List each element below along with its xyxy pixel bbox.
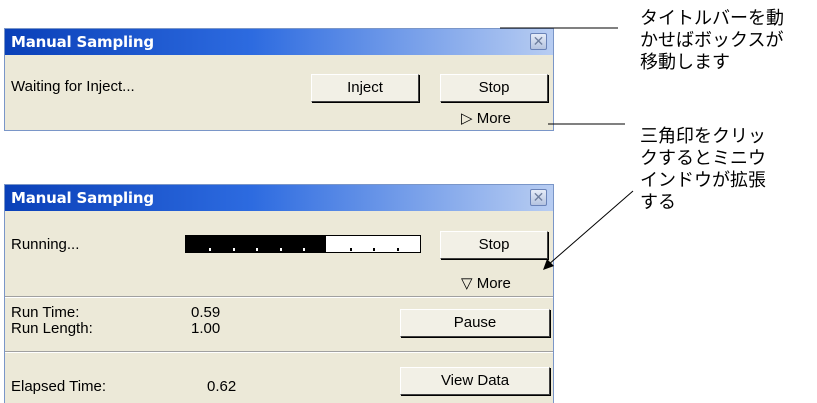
annotation-line: する bbox=[640, 192, 676, 213]
annotation-line: インドウが拡張 bbox=[640, 170, 766, 191]
annotation-line: かせばボックスが bbox=[640, 30, 784, 51]
title-bar-annotation: タイトルバーを動 かせばボックスが 移動します bbox=[640, 8, 784, 74]
annotation-line: クするとミニウ bbox=[640, 148, 766, 169]
triangle-callout-line bbox=[547, 190, 634, 266]
annotation-line: タイトルバーを動 bbox=[640, 8, 784, 29]
triangle-annotation: 三角印をクリッ クするとミニウ インドウが拡張 する bbox=[640, 126, 766, 214]
annotation-line: 移動します bbox=[640, 52, 730, 73]
annotation-line: 三角印をクリッ bbox=[640, 126, 766, 147]
